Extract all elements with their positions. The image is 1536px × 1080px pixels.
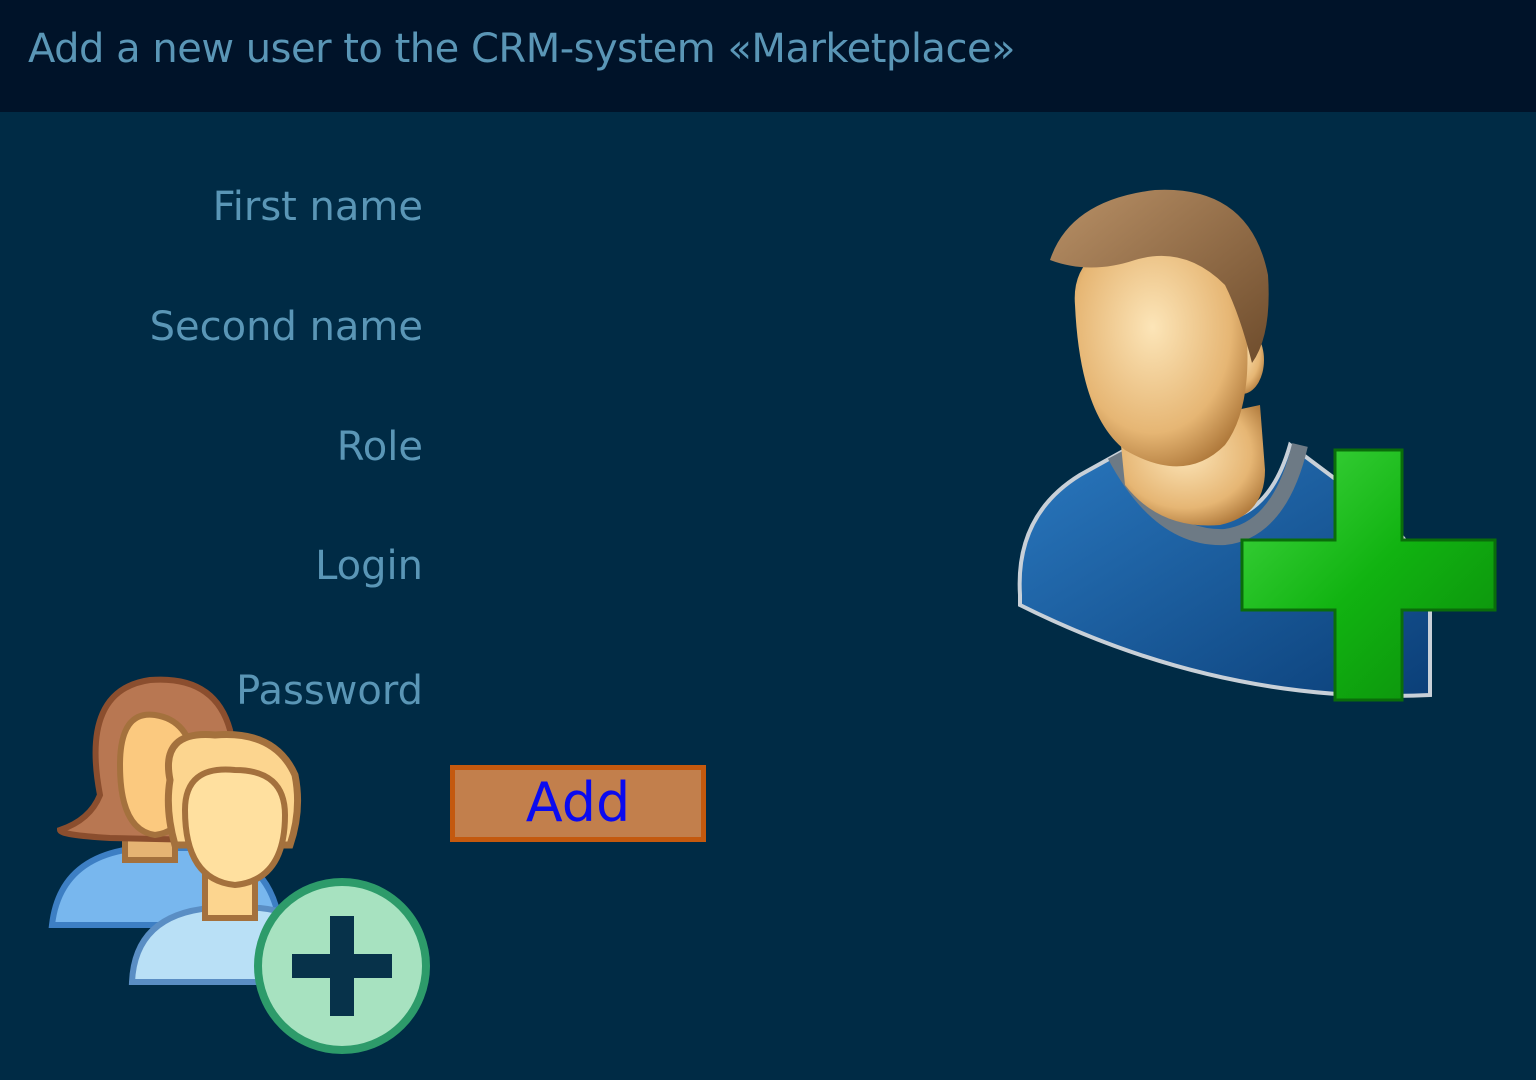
users-group-add-icon [48, 676, 430, 1054]
add-button[interactable]: Add [450, 765, 706, 842]
first-name-label: First name [212, 184, 423, 230]
second-name-label: Second name [149, 304, 423, 350]
header-bar: Add a new user to the CRM-system «Market… [0, 0, 1536, 112]
password-label: Password [236, 668, 423, 714]
user-add-icon [1017, 189, 1497, 702]
login-label: Login [315, 543, 423, 589]
page-title: Add a new user to the CRM-system «Market… [28, 26, 1016, 72]
role-label: Role [336, 424, 423, 470]
